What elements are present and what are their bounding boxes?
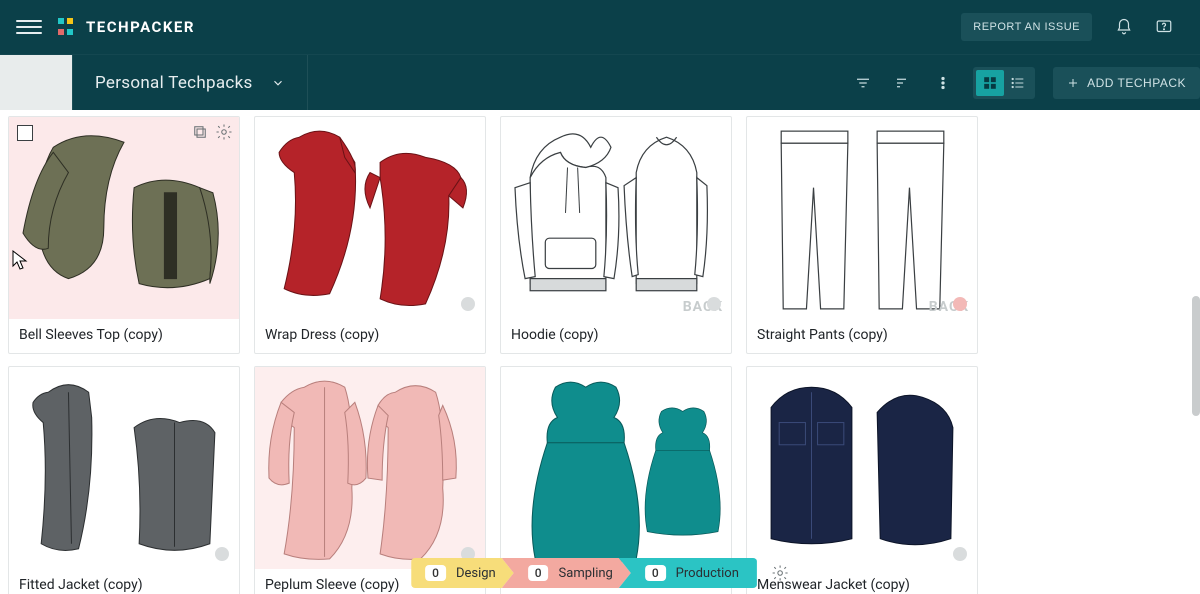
gear-icon[interactable] <box>215 123 233 141</box>
garment-sketch <box>255 117 485 319</box>
techpack-grid: Bell Sleeves Top (copy) Wrap Dress (copy… <box>8 116 1192 594</box>
card-title: Wrap Dress (copy) <box>255 319 485 353</box>
card-title: Fitted Jacket (copy) <box>9 569 239 594</box>
status-dot <box>953 297 967 311</box>
select-checkbox[interactable] <box>17 125 33 141</box>
card-title: Hoodie (copy) <box>501 319 731 353</box>
left-tab-spacer <box>0 55 72 110</box>
stage-label: Sampling <box>559 566 613 581</box>
brand-logo-icon <box>58 18 76 36</box>
menu-icon[interactable] <box>16 14 42 40</box>
workspace-label: Personal Techpacks <box>95 73 253 93</box>
status-dot <box>707 297 721 311</box>
garment-sketch <box>747 367 977 569</box>
garment-sketch <box>501 117 731 319</box>
stage-sampling[interactable]: 0 Sampling <box>502 558 631 588</box>
stage-label: Production <box>676 566 739 581</box>
stage-production[interactable]: 0 Production <box>619 558 757 588</box>
card-title: Bell Sleeves Top (copy) <box>9 319 239 353</box>
topbar: TECHPACKER REPORT AN ISSUE <box>0 0 1200 54</box>
techpack-card[interactable]: Wrap Dress (copy) <box>254 116 486 354</box>
status-dot <box>953 547 967 561</box>
garment-sketch <box>747 117 977 319</box>
sort-icon[interactable] <box>893 73 913 93</box>
view-toggle <box>973 67 1035 99</box>
grid-view-button[interactable] <box>976 70 1004 96</box>
list-view-button[interactable] <box>1004 70 1032 96</box>
techpack-card[interactable]: BACK Straight Pants (copy) <box>746 116 978 354</box>
status-pipeline: 0 Design 0 Sampling 0 Production <box>411 558 789 588</box>
more-icon[interactable] <box>933 73 953 93</box>
help-icon[interactable] <box>1154 17 1174 37</box>
stage-count: 0 <box>645 565 666 581</box>
techpack-card[interactable]: BACK Hoodie (copy) <box>500 116 732 354</box>
stage-label: Design <box>456 566 496 581</box>
scrollbar-thumb[interactable] <box>1192 296 1200 416</box>
techpack-card[interactable]: Bell Sleeves Top (copy) <box>8 116 240 354</box>
stage-count: 0 <box>425 565 446 581</box>
add-techpack-label: ADD TECHPACK <box>1087 76 1186 90</box>
bell-icon[interactable] <box>1114 17 1134 37</box>
workspace-dropdown[interactable]: Personal Techpacks <box>72 55 308 110</box>
brand-name: TECHPACKER <box>86 18 195 36</box>
chevron-down-icon <box>271 76 285 90</box>
grid-viewport: Bell Sleeves Top (copy) Wrap Dress (copy… <box>0 110 1200 594</box>
garment-sketch <box>501 367 731 569</box>
garment-sketch <box>255 367 485 569</box>
add-techpack-button[interactable]: ADD TECHPACK <box>1053 67 1200 99</box>
garment-sketch <box>9 367 239 569</box>
plus-icon <box>1067 77 1079 89</box>
card-title: Straight Pants (copy) <box>747 319 977 353</box>
filter-icon[interactable] <box>853 73 873 93</box>
garment-sketch <box>9 117 239 319</box>
stage-design[interactable]: 0 Design <box>411 558 514 588</box>
pipeline-settings-icon[interactable] <box>771 564 789 582</box>
status-dot <box>461 297 475 311</box>
copy-icon[interactable] <box>191 123 209 141</box>
stage-count: 0 <box>528 565 549 581</box>
techpack-card[interactable]: Fitted Jacket (copy) <box>8 366 240 594</box>
subheader: Personal Techpacks ADD TECHPACK <box>0 54 1200 110</box>
status-dot <box>215 547 229 561</box>
report-issue-button[interactable]: REPORT AN ISSUE <box>961 13 1092 41</box>
